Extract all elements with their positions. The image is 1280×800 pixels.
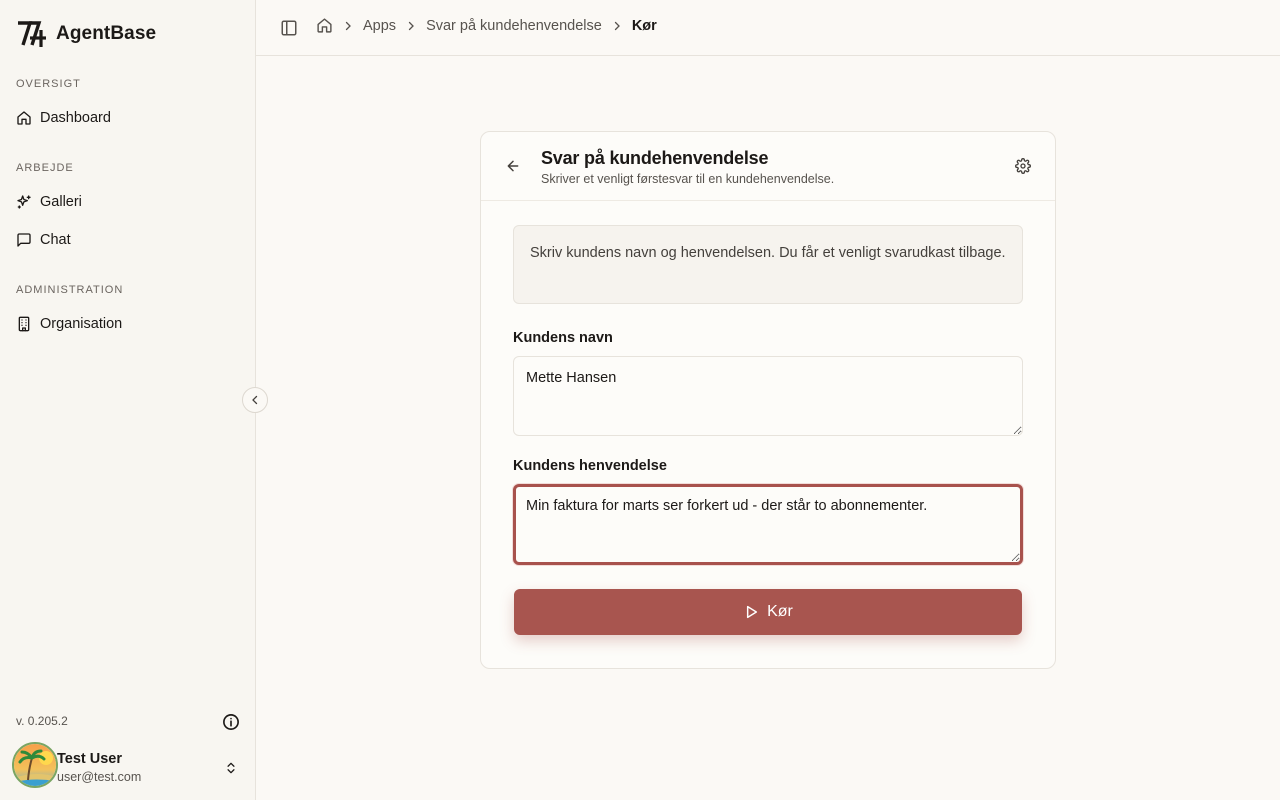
page-subtitle: Skriver et venligt førstesvar til en kun… [541, 172, 835, 186]
collapse-sidebar-button[interactable] [242, 387, 268, 413]
gear-icon[interactable] [1015, 158, 1031, 174]
home-icon[interactable] [316, 17, 333, 34]
info-icon[interactable] [222, 713, 240, 731]
sidebar-item-galleri[interactable]: Galleri [8, 186, 246, 218]
customer-inquiry-field[interactable]: Min faktura for marts ser forkert ud - d… [513, 484, 1023, 565]
breadcrumb-current: Kør [631, 17, 657, 34]
app-name: AgentBase [56, 23, 157, 44]
sidebar: AgentBase OVERSIGT Dashboard ARBEJDE Gal… [0, 0, 256, 800]
brand[interactable]: AgentBase [16, 20, 156, 48]
breadcrumb-app[interactable]: Svar på kundehenvendelse [426, 18, 602, 34]
avatar [12, 742, 58, 788]
sidebar-item-chat[interactable]: Chat [8, 224, 246, 256]
sparkles-icon [17, 195, 31, 209]
chevron-right-icon [345, 21, 351, 30]
chevrons-up-down-icon [227, 762, 235, 774]
section-label-arbejde: ARBEJDE [16, 162, 74, 174]
breadcrumb-apps[interactable]: Apps [363, 18, 396, 34]
panel-left-icon[interactable] [280, 19, 298, 37]
page-title: Svar på kundehenvendelse [541, 148, 769, 168]
play-icon [747, 605, 758, 619]
sidebar-item-dashboard[interactable]: Dashboard [8, 102, 246, 134]
chevron-left-icon [252, 395, 258, 405]
agentbase-logo-icon [18, 21, 46, 47]
building-icon [18, 316, 30, 332]
sidebar-item-label: Chat [40, 232, 71, 248]
chevron-right-icon [408, 21, 414, 30]
arrow-left-icon[interactable] [505, 158, 521, 174]
sidebar-item-label: Dashboard [40, 110, 111, 126]
sidebar-item-label: Organisation [40, 316, 123, 332]
section-label-administration: ADMINISTRATION [16, 284, 124, 296]
customer-name-field[interactable]: Mette Hansen [513, 356, 1023, 436]
instructions-notice: Skriv kundens navn og henvendelsen. Du f… [513, 225, 1023, 304]
message-square-icon [17, 233, 31, 247]
card-header: Svar på kundehenvendelse Skriver et venl… [481, 132, 1055, 201]
run-card: Svar på kundehenvendelse Skriver et venl… [480, 131, 1056, 669]
user-menu[interactable]: Test User user@test.com [12, 740, 248, 790]
section-label-oversigt: OVERSIGT [16, 78, 81, 90]
breadcrumb: Apps Svar på kundehenvendelse Kør [316, 17, 657, 34]
avatar-image-icon [14, 744, 56, 786]
customer-inquiry-label: Kundens henvendelse [513, 458, 667, 474]
home-icon [17, 111, 31, 125]
sidebar-item-label: Galleri [40, 194, 82, 210]
sidebar-item-organisation[interactable]: Organisation [8, 308, 246, 340]
chevron-right-icon [614, 21, 620, 30]
run-button[interactable]: Kør [514, 589, 1022, 635]
user-email: user@test.com [57, 770, 142, 784]
run-button-label: Kør [767, 603, 793, 620]
user-name: Test User [57, 751, 123, 767]
app-version: v. 0.205.2 [16, 714, 68, 728]
top-bar: Apps Svar på kundehenvendelse Kør [256, 0, 1280, 56]
customer-name-label: Kundens navn [513, 330, 613, 346]
